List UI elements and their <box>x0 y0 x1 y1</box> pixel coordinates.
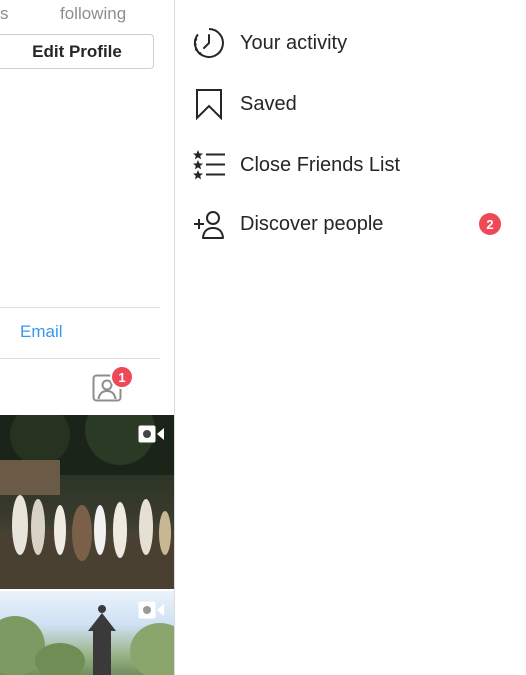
video-icon <box>138 425 164 443</box>
post-thumbnail[interactable] <box>0 591 174 675</box>
activity-icon <box>193 28 224 58</box>
menu-item-label: Close Friends List <box>240 153 401 176</box>
menu-item-your-activity[interactable]: Your activity <box>175 18 526 68</box>
add-person-icon <box>194 211 224 239</box>
post-thumbnail[interactable] <box>0 415 174 589</box>
side-menu: Your activity Saved Close Friends List D… <box>175 0 526 675</box>
divider <box>0 358 160 359</box>
menu-item-label: Saved <box>240 92 297 115</box>
following-label[interactable]: following <box>60 4 126 24</box>
menu-item-discover-people[interactable]: Discover people 2 <box>175 199 526 249</box>
menu-item-label: Discover people <box>240 212 384 235</box>
email-button[interactable]: Email <box>20 322 63 342</box>
video-icon <box>138 601 164 619</box>
close-friends-list-icon <box>193 150 225 180</box>
menu-item-close-friends-list[interactable]: Close Friends List <box>175 140 526 190</box>
divider <box>0 307 160 308</box>
tagged-badge: 1 <box>110 365 134 389</box>
menu-item-label: Your activity <box>240 31 348 54</box>
menu-item-saved[interactable]: Saved <box>175 79 526 129</box>
bookmark-icon <box>196 89 222 121</box>
stat-label: s <box>0 4 9 23</box>
notification-badge: 2 <box>479 213 501 235</box>
edit-profile-button[interactable]: Edit Profile <box>0 34 154 69</box>
profile-panel: s following Edit Profile Email 1 <box>0 0 174 675</box>
